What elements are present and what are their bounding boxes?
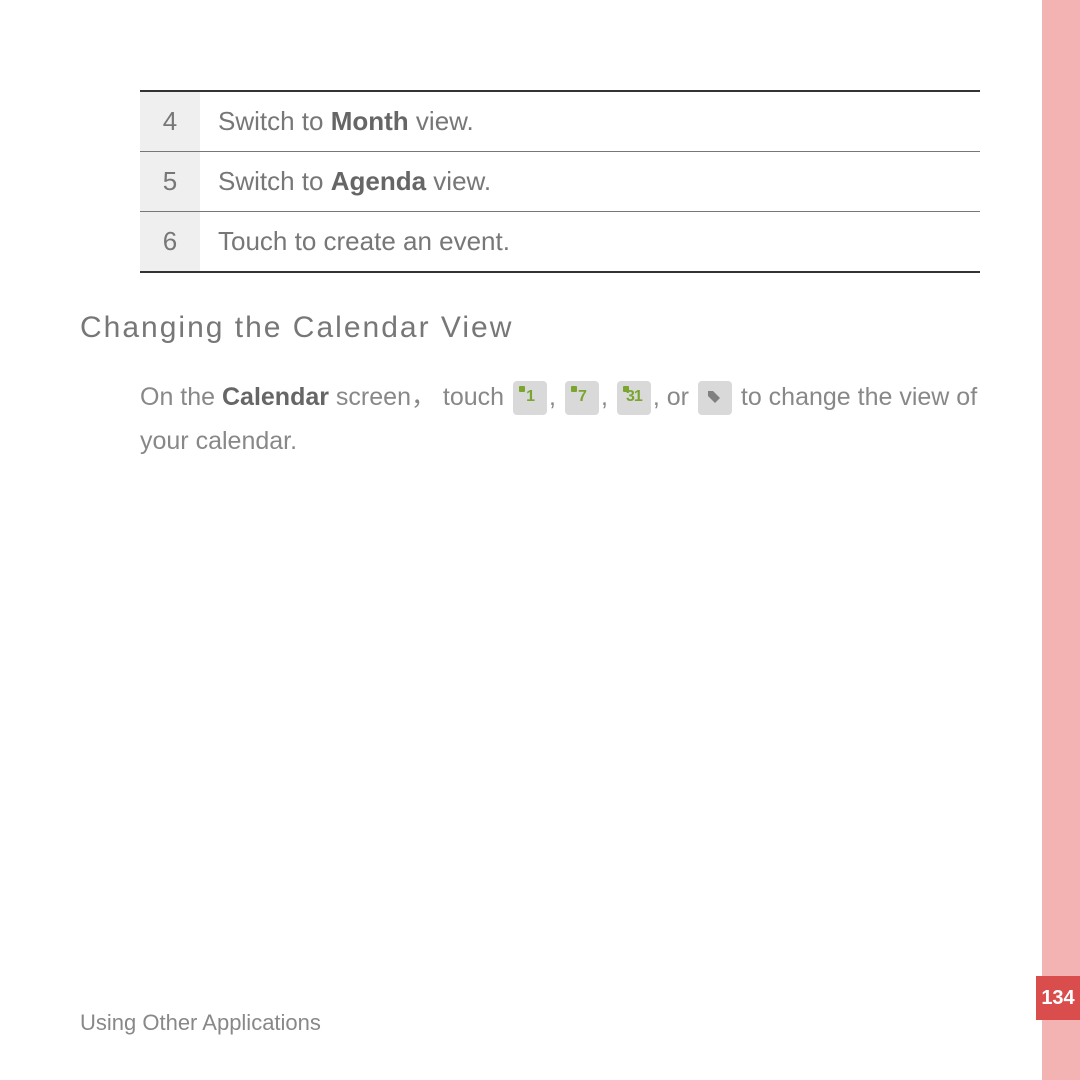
row-text-prefix: Switch to [218,106,331,136]
row-text: Touch to create an event. [200,212,980,273]
day-view-icon: 1 [513,381,547,415]
row-text-suffix: view. [426,166,491,196]
row-text: Switch to Agenda view. [200,152,980,212]
table-row: 5 Switch to Agenda view. [140,152,980,212]
row-number: 5 [140,152,200,212]
table-row: 4 Switch to Month view. [140,91,980,152]
row-text-prefix: Switch to [218,166,331,196]
row-text-prefix: Touch to create an event. [218,226,510,256]
section-heading: Changing the Calendar View [80,311,982,345]
row-text-suffix: view. [409,106,474,136]
row-text-bold: Agenda [331,166,426,196]
row-text-bold: Month [331,106,409,136]
callout-table: 4 Switch to Month view. 5 Switch to Agen… [140,90,980,273]
agenda-view-icon [698,381,732,415]
para-or: , or [653,383,696,411]
para-text: On the [140,383,222,411]
para-sep: , [601,383,615,411]
para-sep: , [549,383,563,411]
month-view-icon: 31 [617,381,651,415]
page: 134 4 Switch to Month view. 5 Switch to … [0,0,1080,1080]
week-view-icon: 7 [565,381,599,415]
footer-chapter-title: Using Other Applications [80,1010,321,1036]
row-number: 4 [140,91,200,152]
side-accent-bar [1042,0,1080,1080]
para-text: screen， touch [329,383,511,411]
table-row: 6 Touch to create an event. [140,212,980,273]
instruction-paragraph: On the Calendar screen， touch 1, 7, 31, … [140,375,980,463]
row-text: Switch to Month view. [200,91,980,152]
para-bold: Calendar [222,383,329,411]
page-number-tab: 134 [1036,976,1080,1020]
content-area: 4 Switch to Month view. 5 Switch to Agen… [0,0,1042,1080]
row-number: 6 [140,212,200,273]
